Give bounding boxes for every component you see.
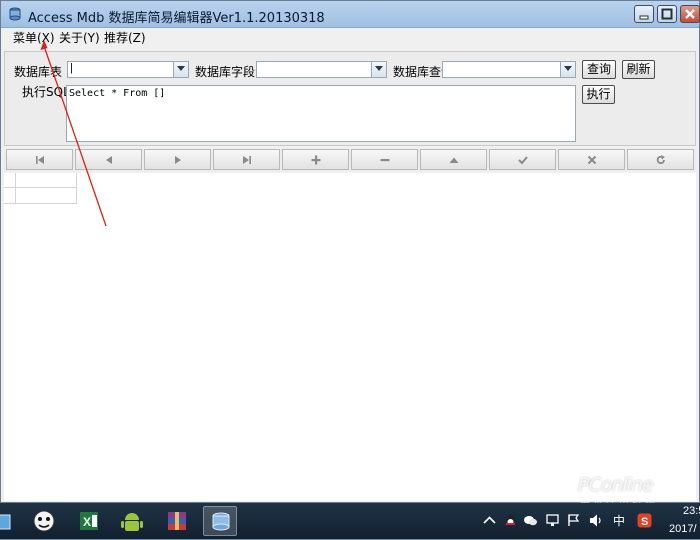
query-panel: 数据库表 | 数据库字段 数据库查询 查询 刷新 执行SQL Select * …	[4, 51, 696, 146]
network-icon[interactable]	[546, 513, 561, 528]
execute-sql-label: 执行SQL	[22, 85, 70, 99]
execute-button[interactable]: 执行	[582, 85, 615, 104]
sql-editor[interactable]: Select * From []	[66, 85, 576, 142]
menu-item-recommend[interactable]: 推荐(Z)	[104, 29, 146, 46]
prior-icon	[106, 156, 112, 164]
app-window: Access Mdb 数据库简易编辑器Ver1.1.20130318 菜单(X)…	[0, 0, 700, 503]
clock-time[interactable]: 23:5	[683, 505, 700, 517]
first-icon	[36, 156, 44, 164]
nav-next-button[interactable]	[144, 149, 211, 170]
maximize-button[interactable]	[657, 5, 677, 23]
close-button[interactable]	[680, 5, 700, 23]
app-icon	[9, 7, 21, 21]
menu-item-menu[interactable]: 菜单(X)	[13, 29, 55, 46]
field-select[interactable]	[256, 61, 387, 78]
db-navigator	[4, 149, 696, 171]
maximize-icon	[661, 8, 673, 20]
refresh-button[interactable]: 刷新	[622, 60, 655, 79]
field-label: 数据库字段	[195, 65, 256, 79]
insert-icon	[311, 155, 321, 165]
menu-item-about[interactable]: 关于(Y)	[59, 29, 100, 46]
query-button[interactable]: 查询	[582, 60, 616, 79]
data-grid[interactable]	[4, 173, 696, 501]
chevron-down-icon[interactable]	[173, 62, 188, 77]
close-icon	[685, 9, 695, 19]
taskbar: X 中 S 23:5 2017/	[0, 503, 700, 539]
qq-icon[interactable]	[503, 513, 518, 528]
volume-icon[interactable]	[589, 513, 604, 528]
title-bar[interactable]: Access Mdb 数据库简易编辑器Ver1.1.20130318	[1, 1, 700, 28]
nav-edit-button[interactable]	[420, 149, 487, 170]
next-icon	[175, 156, 181, 164]
chevron-down-icon[interactable]	[560, 62, 575, 77]
nav-refresh-button[interactable]	[627, 149, 694, 170]
chevron-down-icon[interactable]	[371, 62, 386, 77]
query-select[interactable]	[442, 61, 576, 78]
table-label: 数据库表	[14, 65, 63, 79]
show-hidden-icon[interactable]	[482, 513, 497, 528]
excel-icon[interactable]: X	[72, 506, 106, 536]
ime-icon[interactable]: 中	[612, 513, 627, 528]
svg-text:S: S	[641, 516, 648, 528]
menu-bar: 菜单(X) 关于(Y) 推荐(Z)	[1, 28, 699, 46]
sogou-icon[interactable]: S	[637, 513, 652, 528]
nav-cancel-button[interactable]	[558, 149, 625, 170]
mdb-editor-icon[interactable]	[203, 506, 237, 536]
wechat-icon[interactable]	[523, 513, 538, 528]
watermark-brand: PConline	[578, 474, 654, 496]
nav-insert-button[interactable]	[282, 149, 349, 170]
table-select[interactable]: |	[67, 61, 189, 78]
grid-header-cell[interactable]	[16, 173, 77, 188]
delete-icon	[380, 159, 390, 162]
table-select-value: |	[70, 62, 73, 74]
svg-text:中: 中	[613, 513, 625, 528]
grid-indicator-cell	[4, 173, 16, 188]
nav-last-button[interactable]	[213, 149, 280, 170]
nav-post-button[interactable]	[489, 149, 556, 170]
winrar-icon[interactable]	[160, 506, 194, 536]
flag-icon[interactable]	[566, 513, 581, 528]
explorer-icon[interactable]	[0, 506, 26, 536]
minimize-button[interactable]	[634, 5, 654, 23]
android-icon[interactable]	[115, 506, 149, 536]
media-player-icon[interactable]	[27, 506, 61, 536]
clock-date[interactable]: 2017/	[669, 523, 697, 535]
nav-prior-button[interactable]	[75, 149, 142, 170]
cancel-icon	[587, 155, 597, 165]
grid-indicator-cell	[4, 188, 16, 204]
nav-delete-button[interactable]	[351, 149, 418, 170]
window-title: Access Mdb 数据库简易编辑器Ver1.1.20130318	[28, 11, 325, 26]
svg-text:X: X	[83, 515, 91, 529]
grid-cell[interactable]	[16, 188, 77, 204]
post-icon	[518, 156, 528, 165]
nav-first-button[interactable]	[6, 149, 73, 170]
refresh-icon	[656, 155, 665, 165]
last-icon	[243, 156, 251, 164]
minimize-icon	[639, 15, 649, 20]
edit-icon	[449, 157, 459, 163]
